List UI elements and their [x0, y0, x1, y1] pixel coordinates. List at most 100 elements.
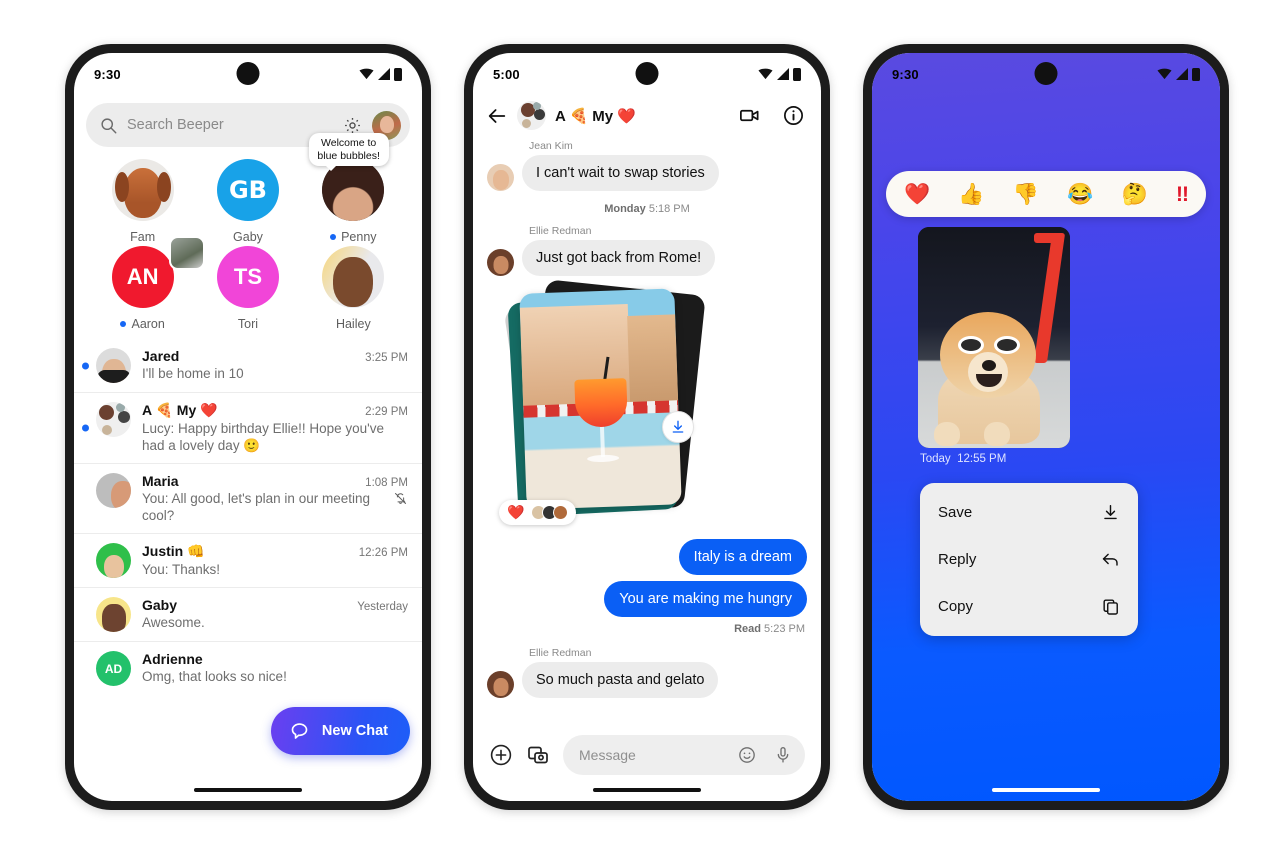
story-aaron[interactable]: AN Aaron: [90, 236, 206, 331]
phone-3-frame: 9:30 ❤️ 👍 👎 😂 🤔 !! Today 12:55 PM Save R…: [863, 44, 1229, 810]
read-time: 5:23 PM: [764, 623, 805, 635]
avatar-group: [96, 402, 131, 437]
chat-list-item[interactable]: AD Adrienne Omg, that looks so nice!: [74, 641, 422, 695]
story-gaby[interactable]: GB Gaby: [195, 159, 300, 244]
reaction-exclamation-icon[interactable]: !!: [1176, 184, 1189, 205]
message-composer: Message: [473, 735, 821, 775]
phone-2-frame: 5:00 A 🍕 My ❤️ Jean Kim I can't wait to …: [464, 44, 830, 810]
chat-name: Maria: [142, 473, 179, 489]
chat-list-item[interactable]: Gaby Yesterday Awesome.: [74, 587, 422, 641]
new-chat-button[interactable]: New Chat: [270, 707, 410, 755]
unread-dot: [82, 362, 89, 369]
photo-stack-message[interactable]: ❤️: [493, 279, 708, 525]
plus-circle-icon[interactable]: [489, 743, 513, 767]
day-timestamp: Monday 5:18 PM: [487, 203, 807, 215]
wifi-icon: [359, 68, 374, 80]
status-time: 5:00: [493, 66, 520, 82]
photo-gallery-icon[interactable]: [526, 743, 550, 767]
story-hailey[interactable]: Hailey: [301, 246, 406, 331]
chat-list-item[interactable]: A 🍕 My ❤️ 2:29 PM Lucy: Happy birthday E…: [74, 392, 422, 463]
menu-label: Copy: [938, 598, 974, 615]
message-input[interactable]: Message: [563, 735, 805, 775]
avatar: [487, 249, 514, 276]
signal-icon: [378, 68, 390, 80]
dog-photo-message[interactable]: [918, 227, 1070, 448]
story-tori[interactable]: TS Tori: [195, 246, 300, 331]
chat-list-item[interactable]: Justin 👊 12:26 PM You: Thanks!: [74, 533, 422, 587]
status-icons: [359, 67, 402, 81]
message-sender: Ellie Redman: [529, 225, 592, 237]
phone-1-frame: 9:30 Search Beeper Fam GB Gaby Welcome t…: [65, 44, 431, 810]
story-photo-badge: [169, 236, 206, 270]
reactor-avatars: [531, 505, 569, 520]
chat-time: Yesterday: [357, 601, 408, 613]
chat-bubble-icon: [291, 722, 308, 739]
download-button[interactable]: [662, 411, 694, 443]
chat-list-item[interactable]: Maria 1:08 PM You: All good, let's plan …: [74, 463, 422, 533]
info-icon[interactable]: [782, 104, 805, 127]
chat-name: Justin 👊: [142, 543, 205, 559]
reaction-pill[interactable]: ❤️: [499, 500, 577, 525]
context-menu: Save Reply Copy: [920, 483, 1138, 636]
message-bubble[interactable]: I can't wait to swap stories: [522, 155, 719, 191]
time-label: 12:55 PM: [957, 453, 1007, 465]
chat-name: Jared: [142, 348, 180, 364]
emoji-smiley-icon[interactable]: [737, 745, 757, 765]
reaction-thumbsup-icon[interactable]: 👍: [958, 184, 984, 205]
back-arrow-icon[interactable]: [486, 105, 508, 127]
avatar-aaron: AN: [111, 246, 174, 308]
reaction-thinking-icon[interactable]: 🤔: [1122, 184, 1148, 205]
reaction-heart-icon[interactable]: ❤️: [904, 184, 930, 205]
avatar: [96, 348, 131, 383]
status-time: 9:30: [892, 66, 919, 82]
avatar-hailey: [322, 246, 385, 308]
status-bar: 9:30: [74, 53, 422, 95]
phone-1-screen: 9:30 Search Beeper Fam GB Gaby Welcome t…: [74, 53, 422, 801]
avatar-tori: TS: [216, 246, 279, 308]
status-icons: [758, 67, 801, 81]
day-label: Monday: [604, 203, 646, 215]
context-menu-item-save[interactable]: Save: [920, 489, 1138, 536]
chat-preview: Omg, that looks so nice!: [142, 669, 287, 684]
reaction-laugh-icon[interactable]: 😂: [1067, 184, 1093, 205]
reaction-thumbsdown-icon[interactable]: 👎: [1013, 184, 1039, 205]
chat-preview: Lucy: Happy birthday Ellie!! Hope you've…: [142, 421, 384, 453]
story-label: Penny: [330, 230, 377, 244]
reaction-picker[interactable]: ❤️ 👍 👎 😂 🤔 !!: [886, 171, 1206, 217]
phone-3-screen: 9:30 ❤️ 👍 👎 😂 🤔 !! Today 12:55 PM Save R…: [872, 53, 1220, 801]
video-camera-icon[interactable]: [738, 104, 761, 127]
message-bubble[interactable]: So much pasta and gelato: [522, 662, 719, 698]
context-menu-item-copy[interactable]: Copy: [920, 583, 1138, 630]
signal-icon: [1176, 68, 1188, 80]
wifi-icon: [758, 68, 773, 80]
battery-icon: [1192, 67, 1200, 81]
photo-card-front[interactable]: [519, 288, 682, 510]
gear-icon[interactable]: [343, 116, 362, 135]
camera-punchhole-icon: [635, 62, 659, 85]
story-penny[interactable]: Welcome to blue bubbles! Penny: [301, 133, 406, 244]
battery-icon: [394, 67, 402, 81]
microphone-icon[interactable]: [773, 745, 793, 765]
avatar-initials: TS: [233, 264, 263, 289]
message-bubble[interactable]: Italy is a dream: [678, 539, 807, 575]
story-fam[interactable]: Fam: [90, 159, 195, 244]
menu-label: Save: [938, 504, 973, 521]
message-sender: Ellie Redman: [529, 647, 592, 659]
download-icon: [1104, 505, 1117, 520]
avatar: [96, 597, 131, 632]
context-menu-item-reply[interactable]: Reply: [920, 536, 1138, 583]
message-row-outgoing: You are making me hungry: [487, 581, 807, 617]
chat-list-item[interactable]: Jared 3:25 PM I'll be home in 10: [74, 339, 422, 392]
search-input[interactable]: Search Beeper: [127, 117, 333, 133]
stories-grid: Fam GB Gaby Welcome to blue bubbles! Pen…: [74, 133, 422, 337]
message-bubble[interactable]: Just got back from Rome!: [522, 240, 716, 276]
avatar-group[interactable]: [517, 101, 546, 130]
new-chat-label: New Chat: [321, 723, 388, 739]
unread-dot: [120, 321, 127, 327]
avatar-fam: [111, 159, 174, 221]
status-bar: 5:00: [473, 53, 821, 95]
avatar: [96, 473, 131, 508]
screenshot-canvas: 9:30 Search Beeper Fam GB Gaby Welcome t…: [0, 0, 1280, 853]
message-bubble[interactable]: You are making me hungry: [604, 581, 807, 617]
home-indicator: [992, 788, 1100, 792]
